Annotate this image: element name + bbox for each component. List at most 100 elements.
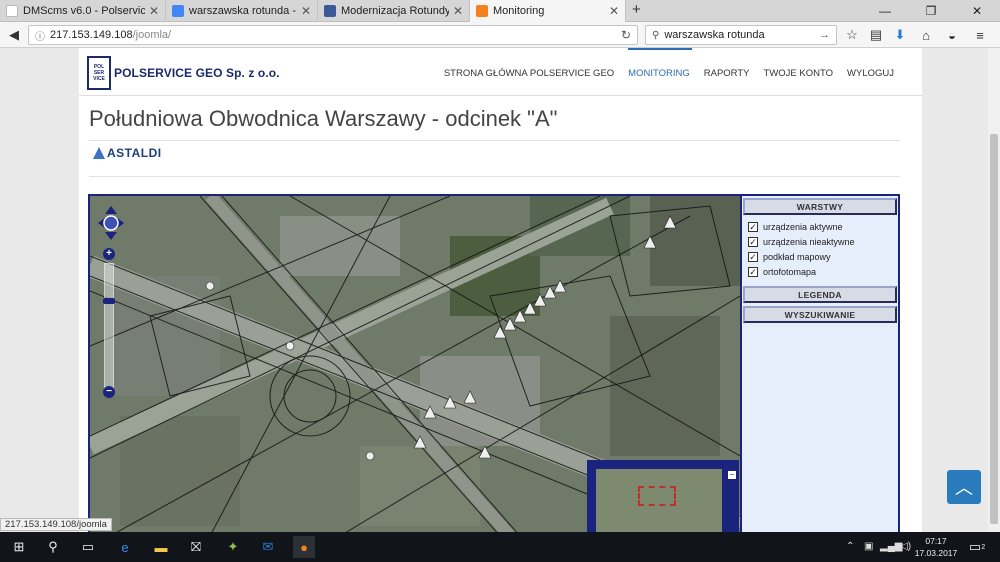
clock-time: 07:17 (925, 536, 947, 546)
store-icon[interactable]: ⛝ (185, 536, 207, 558)
close-icon[interactable]: ✕ (453, 4, 463, 18)
back-arrow-icon[interactable]: ◀ (4, 25, 24, 45)
tab-favicon-icon (6, 5, 18, 17)
zoom-out-button[interactable]: − (103, 386, 115, 398)
close-icon[interactable]: ✕ (149, 4, 159, 18)
zoom-in-button[interactable]: + (103, 248, 115, 260)
page-title: Południowa Obwodnica Warszawy - odcinek … (89, 106, 558, 131)
browser-tab[interactable]: Modernizacja Rotundy - N... ✕ (318, 0, 470, 22)
windows-start-icon[interactable]: ⊞ (8, 536, 30, 558)
minimize-icon[interactable]: — (862, 0, 908, 22)
window-close-icon[interactable]: ✕ (954, 0, 1000, 22)
zoom-slider[interactable] (104, 263, 114, 393)
google-icon (172, 5, 184, 17)
overview-map[interactable] (587, 460, 739, 532)
layer-label: ortofotomapa (763, 267, 817, 277)
divider (89, 140, 900, 141)
pocket-icon[interactable]: ◒ (942, 25, 962, 45)
layer-item[interactable]: ✓ urządzenia aktywne (748, 222, 843, 232)
firefox-icon[interactable]: ● (293, 536, 315, 558)
windows-taskbar: ⊞ ⚲ ▭ e ▬ ⛝ ✦ ✉ ● ⌃ ▣ ▂▄▆ ◁) 07:17 17.03… (0, 532, 1000, 562)
overview-extent-box[interactable] (638, 486, 676, 506)
scrollbar-thumb[interactable] (990, 134, 998, 524)
map-viewer: + − − WARSTWY ✓ urządzenia aktywne ✓ urz… (88, 194, 900, 532)
search-bar[interactable]: ⚲ warszawska rotunda → (645, 25, 837, 45)
browser-tab[interactable]: DMScms v6.0 - Polservice ✕ (0, 0, 166, 22)
network-adapter-icon[interactable]: ▣ (864, 541, 873, 552)
polservice-logo[interactable]: POL SER VICE POLSERVICE GEO Sp. z o.o. (87, 56, 280, 90)
checkbox[interactable]: ✓ (748, 267, 758, 277)
browser-tab-active[interactable]: Monitoring ✕ (470, 0, 626, 22)
main-menu: STRONA GŁÓWNA POLSERVICE GEO MONITORING … (444, 68, 894, 79)
logo-text: POLSERVICE GEO Sp. z o.o. (114, 66, 280, 80)
file-explorer-icon[interactable]: ▬ (150, 536, 172, 558)
info-icon: ⓘ (35, 31, 45, 43)
page-container: POL SER VICE POLSERVICE GEO Sp. z o.o. STR… (79, 48, 922, 532)
tab-favicon-icon (324, 5, 336, 17)
polservice-logo-mark-icon: POL SER VICE (87, 56, 111, 90)
menu-item-logout[interactable]: WYLOGUJ (847, 68, 894, 79)
joomla-icon (476, 5, 488, 17)
checkbox[interactable]: ✓ (748, 237, 758, 247)
edge-icon[interactable]: e (114, 536, 136, 558)
reading-list-icon[interactable]: ▤ (866, 25, 886, 45)
search-icon: ⚲ (652, 29, 660, 41)
layer-item[interactable]: ✓ podkład mapowy (748, 252, 831, 262)
restore-icon[interactable]: ❐ (908, 0, 954, 22)
search-icon[interactable]: ⚲ (42, 536, 64, 558)
layer-label: urządzenia nieaktywne (763, 237, 855, 247)
outlook-icon[interactable]: ✉ (257, 536, 279, 558)
astaldi-logo-mark-icon (93, 147, 105, 159)
checkbox[interactable]: ✓ (748, 222, 758, 232)
zoom-slider-handle[interactable] (103, 298, 115, 304)
menu-item-account[interactable]: TWOJE KONTO (764, 68, 834, 79)
task-view-icon[interactable]: ▭ (77, 536, 99, 558)
notifications-icon[interactable]: ▭ 2 (966, 536, 988, 558)
browser-nav-bar: ◀ ⓘ 217.153.149.108/joomla/ ↻ ⚲ warszaws… (0, 22, 1000, 48)
browser-tab[interactable]: warszawska rotunda - Szu... ✕ (166, 0, 318, 22)
checkbox[interactable]: ✓ (748, 252, 758, 262)
chevron-up-icon[interactable]: ⌃ (846, 541, 854, 552)
browser-tab-strip: DMScms v6.0 - Polservice ✕ warszawska ro… (0, 0, 1000, 22)
layer-label: podkład mapowy (763, 252, 831, 262)
astaldi-logo: ASTALDI (93, 146, 162, 160)
tab-title: Monitoring (493, 5, 545, 17)
address-bar[interactable]: ⓘ 217.153.149.108/joomla/ ↻ (28, 25, 638, 45)
layer-item[interactable]: ✓ ortofotomapa (748, 267, 816, 277)
notification-count: 2 (981, 543, 986, 551)
layer-item[interactable]: ✓ urządzenia nieaktywne (748, 237, 855, 247)
url-host: 217.153.149.108 (50, 29, 133, 41)
app-icon[interactable]: ✦ (222, 536, 244, 558)
bookmark-star-icon[interactable]: ☆ (842, 25, 862, 45)
overview-toggle-button[interactable]: − (727, 470, 737, 480)
menu-item-reports[interactable]: RAPORTY (704, 68, 750, 79)
url-path: /joomla/ (132, 29, 172, 41)
legend-header[interactable]: LEGENDA (743, 286, 897, 303)
tab-title: Modernizacja Rotundy - N... (341, 5, 449, 17)
pan-arrows-icon[interactable] (98, 206, 124, 240)
tab-title: warszawska rotunda - Szu... (189, 5, 297, 17)
menu-item-monitoring[interactable]: MONITORING (628, 68, 690, 79)
download-icon[interactable]: ⬇ (890, 25, 910, 45)
clock[interactable]: 07:17 17.03.2017 (912, 535, 960, 559)
divider (89, 176, 900, 177)
home-icon[interactable]: ⌂ (916, 25, 936, 45)
reload-icon[interactable]: ↻ (621, 28, 631, 42)
tab-title: DMScms v6.0 - Polservice (23, 5, 145, 17)
search-go-arrow-icon[interactable]: → (819, 29, 830, 41)
volume-icon[interactable]: ◁) (900, 541, 911, 552)
layer-label: urządzenia aktywne (763, 222, 843, 232)
search-header[interactable]: WYSZUKIWANIE (743, 306, 897, 323)
layers-header[interactable]: WARSTWY (743, 198, 897, 215)
clock-date: 17.03.2017 (914, 548, 958, 558)
menu-item-home[interactable]: STRONA GŁÓWNA POLSERVICE GEO (444, 68, 614, 79)
chevron-up-icon: ︿ (955, 478, 973, 498)
divider (79, 95, 922, 96)
scroll-to-top-button[interactable]: ︿ (947, 470, 981, 504)
page-scrollbar[interactable] (988, 48, 1000, 532)
search-query: warszawska rotunda (664, 29, 765, 41)
new-tab-plus-icon[interactable]: + (632, 1, 641, 18)
close-icon[interactable]: ✕ (301, 4, 311, 18)
close-icon[interactable]: ✕ (609, 4, 619, 18)
menu-hamburger-icon[interactable]: ≡ (970, 25, 990, 45)
